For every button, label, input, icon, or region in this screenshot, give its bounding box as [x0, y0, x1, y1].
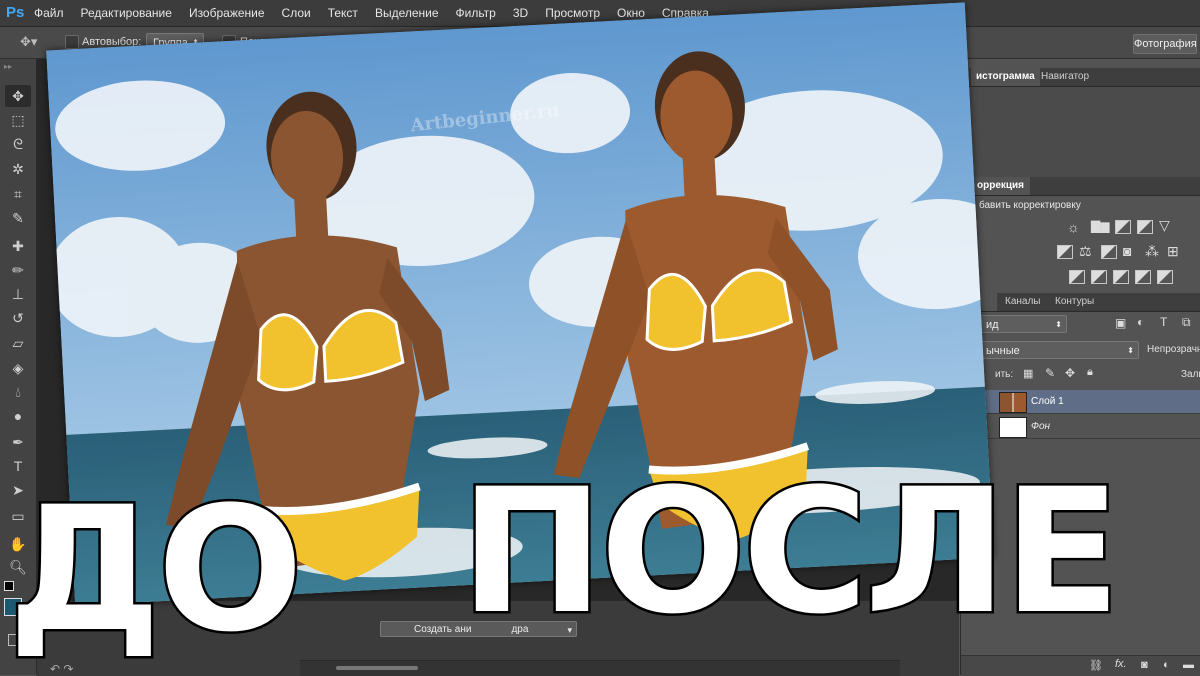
new-group-icon[interactable]: ▬: [1183, 659, 1194, 671]
corrections-tabrow: оррекция: [961, 177, 1200, 196]
layers-footer: ⛓ fx. ◙ ◐ ▬: [961, 655, 1200, 676]
vibrance-icon[interactable]: ▽: [1159, 217, 1170, 234]
fill-label: Зали: [1181, 369, 1200, 380]
brightness-icon[interactable]: ☼: [1067, 219, 1080, 235]
opacity-label: Непрозрачн: [1147, 344, 1200, 355]
curves-icon[interactable]: [1115, 220, 1131, 234]
dodge-tool-icon[interactable]: ●: [5, 405, 31, 427]
layer-name: Фон: [1031, 421, 1051, 432]
chevron-updown-icon: ⬍: [1127, 346, 1134, 355]
threshold-icon[interactable]: [1113, 270, 1129, 284]
pen-tool-icon[interactable]: ✒: [5, 431, 31, 453]
layer-name: Слой 1: [1031, 396, 1064, 407]
photo-filter-icon[interactable]: ◙: [1123, 243, 1131, 259]
lasso-tool-icon[interactable]: ᘓ: [5, 133, 31, 155]
scrollbar-thumb[interactable]: [336, 666, 418, 670]
blend-mode-dropdown[interactable]: ычные ⬍: [979, 341, 1139, 359]
marquee-tool-icon[interactable]: ⬚: [5, 109, 31, 131]
menu-select[interactable]: Выделение: [375, 6, 439, 20]
after-label: ПОСЛЕ: [458, 449, 1124, 654]
menu-type[interactable]: Текст: [328, 6, 358, 20]
magic-wand-tool-icon[interactable]: ✲: [5, 158, 31, 180]
lock-all-icon[interactable]: 🔒︎: [1087, 366, 1093, 379]
filter-type-icon[interactable]: T: [1160, 315, 1167, 329]
black-white-icon[interactable]: [1101, 245, 1117, 259]
crop-tool-icon[interactable]: ⌗: [5, 183, 31, 205]
layer-thumbnail: [999, 392, 1027, 413]
filter-pixel-icon[interactable]: ▣: [1115, 316, 1126, 330]
tab-contours[interactable]: Контуры: [1055, 293, 1094, 311]
fx-icon[interactable]: fx.: [1115, 658, 1127, 670]
tab-channels[interactable]: Каналы: [1005, 293, 1041, 311]
gradient-map-icon[interactable]: [1135, 270, 1151, 284]
photoshop-logo: Ps: [6, 4, 25, 21]
link-layers-icon[interactable]: ⛓: [1089, 659, 1103, 672]
chevron-updown-icon: ⬍: [1055, 320, 1062, 329]
color-lookup-icon[interactable]: ⊞: [1167, 243, 1179, 260]
hue-saturation-icon[interactable]: [1057, 245, 1073, 259]
blur-tool-icon[interactable]: 💧︎: [5, 381, 31, 403]
eraser-tool-icon[interactable]: ▱: [5, 332, 31, 354]
add-mask-icon[interactable]: ◙: [1141, 659, 1148, 671]
blend-mode-value: ычные: [986, 345, 1020, 357]
autoselect-checkbox[interactable]: [65, 35, 79, 49]
layer-kind-filter[interactable]: ид ⬍: [979, 315, 1067, 333]
layer-kind-value: ид: [986, 319, 999, 331]
lock-pixels-icon[interactable]: ✎: [1045, 366, 1055, 380]
menu-window[interactable]: Окно: [617, 6, 645, 20]
before-label: ДО: [5, 467, 305, 672]
tab-corrections[interactable]: оррекция: [971, 177, 1031, 195]
menu-view[interactable]: Просмотр: [545, 6, 600, 20]
filter-adjust-icon[interactable]: ◐: [1137, 315, 1144, 329]
menu-filter[interactable]: Фильтр: [456, 6, 496, 20]
healing-brush-tool-icon[interactable]: ✚: [5, 235, 31, 257]
new-adjustment-icon[interactable]: ◐: [1163, 659, 1170, 671]
layer-row-layer1[interactable]: Слой 1: [961, 390, 1200, 414]
lock-label: ить:: [995, 369, 1014, 380]
channel-mixer-icon[interactable]: ⁂: [1145, 243, 1159, 260]
tab-navigator[interactable]: Навигатор: [1041, 68, 1089, 86]
add-correction-label: бавить корректировку: [979, 200, 1081, 211]
paint-bucket-tool-icon[interactable]: ◈: [5, 357, 31, 379]
menu-3d[interactable]: 3D: [513, 6, 528, 20]
brush-tool-icon[interactable]: ✏: [5, 259, 31, 281]
filter-shape-icon[interactable]: ⧉: [1182, 315, 1191, 330]
workspace-switcher[interactable]: Фотография: [1133, 34, 1197, 54]
posterize-icon[interactable]: [1091, 270, 1107, 284]
layer-thumbnail: [999, 417, 1027, 438]
lock-transparent-icon[interactable]: ▦: [1023, 367, 1033, 380]
menu-file[interactable]: Файл: [34, 6, 64, 20]
layers-tabrow: Каналы Контуры: [961, 293, 1200, 312]
eyedropper-tool-icon[interactable]: ✎: [5, 207, 31, 229]
menu-image[interactable]: Изображение: [189, 6, 265, 20]
levels-icon[interactable]: ▇▆: [1091, 219, 1109, 233]
tab-histogram[interactable]: истограмма: [971, 68, 1040, 86]
menu-layers[interactable]: Слои: [282, 6, 311, 20]
horizontal-scrollbar[interactable]: [300, 660, 900, 676]
history-brush-tool-icon[interactable]: ↺: [5, 307, 31, 329]
selective-color-icon[interactable]: [1157, 270, 1173, 284]
clone-stamp-tool-icon[interactable]: ⊥: [5, 283, 31, 305]
menu-edit[interactable]: Редактирование: [81, 6, 172, 20]
move-tool-preset-icon[interactable]: ✥▾: [20, 34, 37, 50]
lock-position-icon[interactable]: ✥: [1065, 366, 1075, 380]
move-tool-icon[interactable]: ✥: [5, 85, 31, 107]
toolbox-collapse-icon[interactable]: ▸▸: [4, 62, 12, 71]
layer-row-background[interactable]: Фон: [961, 415, 1200, 439]
invert-icon[interactable]: [1069, 270, 1085, 284]
color-balance-icon[interactable]: ⚖: [1079, 243, 1092, 260]
histogram-panel-body: [961, 87, 1200, 177]
histogram-tabrow: истограмма Навигатор: [961, 68, 1200, 87]
exposure-icon[interactable]: [1137, 220, 1153, 234]
